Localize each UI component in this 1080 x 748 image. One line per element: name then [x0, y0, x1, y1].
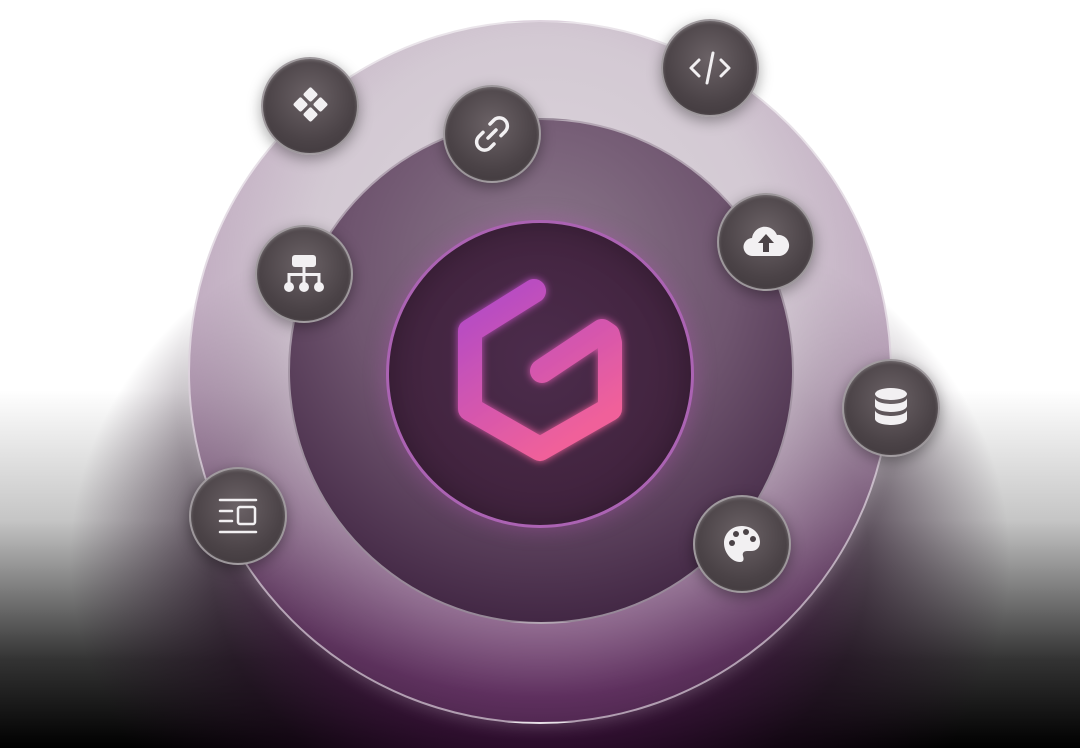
- database-icon: [875, 388, 907, 425]
- cloud-upload-icon: [743, 226, 790, 257]
- sitemap-icon: [284, 255, 324, 292]
- palette-icon: [724, 526, 760, 562]
- sitemap-node[interactable]: [255, 225, 353, 323]
- layout-icon: [218, 498, 258, 534]
- cloud-upload-node[interactable]: [717, 193, 815, 291]
- link-icon: [474, 116, 510, 152]
- link-node[interactable]: [443, 85, 541, 183]
- code-node[interactable]: [661, 19, 759, 117]
- layout-node[interactable]: [189, 467, 287, 565]
- database-node[interactable]: [842, 359, 940, 457]
- palette-node[interactable]: [693, 495, 791, 593]
- code-icon: [689, 51, 731, 85]
- brand-logo-icon: [458, 279, 622, 461]
- components-icon: [293, 87, 328, 122]
- components-node[interactable]: [261, 57, 359, 155]
- integration-hub-illustration: [0, 0, 1080, 748]
